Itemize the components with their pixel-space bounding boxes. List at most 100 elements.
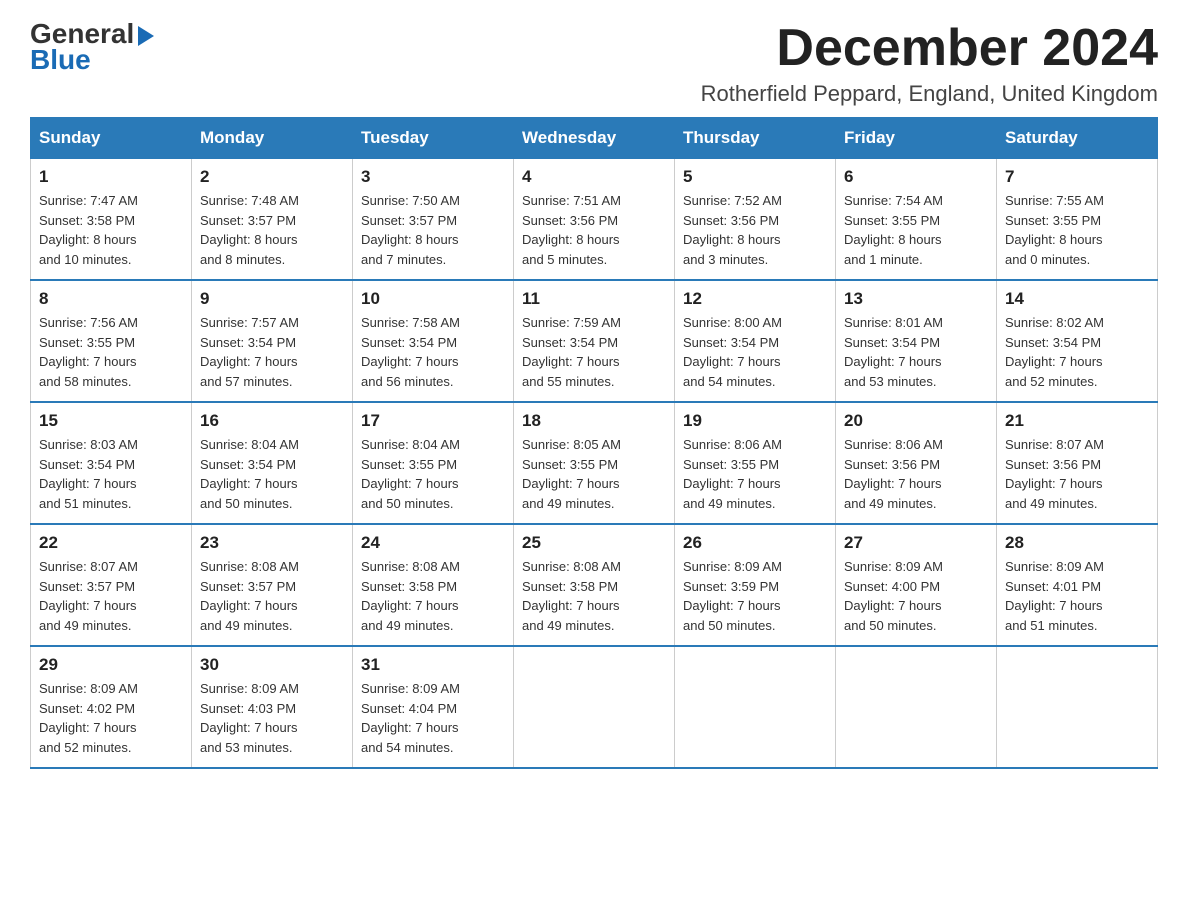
day-number: 19 [683, 411, 827, 431]
day-info: Sunrise: 8:09 AMSunset: 4:04 PMDaylight:… [361, 679, 505, 757]
logo-blue-label: Blue [30, 46, 91, 74]
calendar-week-row: 8 Sunrise: 7:56 AMSunset: 3:55 PMDayligh… [31, 280, 1158, 402]
calendar-week-row: 1 Sunrise: 7:47 AMSunset: 3:58 PMDayligh… [31, 159, 1158, 281]
day-info: Sunrise: 8:00 AMSunset: 3:54 PMDaylight:… [683, 313, 827, 391]
calendar-cell [836, 646, 997, 768]
day-info: Sunrise: 8:08 AMSunset: 3:58 PMDaylight:… [361, 557, 505, 635]
day-number: 2 [200, 167, 344, 187]
day-number: 31 [361, 655, 505, 675]
calendar-cell: 25 Sunrise: 8:08 AMSunset: 3:58 PMDaylig… [514, 524, 675, 646]
day-info: Sunrise: 7:56 AMSunset: 3:55 PMDaylight:… [39, 313, 183, 391]
day-info: Sunrise: 8:09 AMSunset: 3:59 PMDaylight:… [683, 557, 827, 635]
calendar-cell [997, 646, 1158, 768]
calendar-cell: 31 Sunrise: 8:09 AMSunset: 4:04 PMDaylig… [353, 646, 514, 768]
calendar-cell: 27 Sunrise: 8:09 AMSunset: 4:00 PMDaylig… [836, 524, 997, 646]
day-info: Sunrise: 8:04 AMSunset: 3:55 PMDaylight:… [361, 435, 505, 513]
calendar-cell: 11 Sunrise: 7:59 AMSunset: 3:54 PMDaylig… [514, 280, 675, 402]
day-number: 4 [522, 167, 666, 187]
calendar-cell: 21 Sunrise: 8:07 AMSunset: 3:56 PMDaylig… [997, 402, 1158, 524]
page-header: General Blue December 2024 Rotherfield P… [30, 20, 1158, 107]
day-number: 8 [39, 289, 183, 309]
day-number: 11 [522, 289, 666, 309]
day-info: Sunrise: 7:54 AMSunset: 3:55 PMDaylight:… [844, 191, 988, 269]
day-info: Sunrise: 8:09 AMSunset: 4:02 PMDaylight:… [39, 679, 183, 757]
day-info: Sunrise: 8:07 AMSunset: 3:56 PMDaylight:… [1005, 435, 1149, 513]
day-number: 21 [1005, 411, 1149, 431]
calendar-week-row: 22 Sunrise: 8:07 AMSunset: 3:57 PMDaylig… [31, 524, 1158, 646]
column-header-tuesday: Tuesday [353, 118, 514, 159]
logo-arrow-icon [138, 26, 154, 46]
column-header-monday: Monday [192, 118, 353, 159]
location-subtitle: Rotherfield Peppard, England, United Kin… [701, 81, 1158, 107]
column-header-thursday: Thursday [675, 118, 836, 159]
day-number: 6 [844, 167, 988, 187]
calendar-cell: 24 Sunrise: 8:08 AMSunset: 3:58 PMDaylig… [353, 524, 514, 646]
calendar-cell: 18 Sunrise: 8:05 AMSunset: 3:55 PMDaylig… [514, 402, 675, 524]
day-info: Sunrise: 7:48 AMSunset: 3:57 PMDaylight:… [200, 191, 344, 269]
calendar-cell: 14 Sunrise: 8:02 AMSunset: 3:54 PMDaylig… [997, 280, 1158, 402]
calendar-cell: 9 Sunrise: 7:57 AMSunset: 3:54 PMDayligh… [192, 280, 353, 402]
day-info: Sunrise: 8:04 AMSunset: 3:54 PMDaylight:… [200, 435, 344, 513]
day-info: Sunrise: 7:55 AMSunset: 3:55 PMDaylight:… [1005, 191, 1149, 269]
calendar-cell: 12 Sunrise: 8:00 AMSunset: 3:54 PMDaylig… [675, 280, 836, 402]
calendar-cell: 5 Sunrise: 7:52 AMSunset: 3:56 PMDayligh… [675, 159, 836, 281]
day-info: Sunrise: 8:09 AMSunset: 4:01 PMDaylight:… [1005, 557, 1149, 635]
calendar-cell: 1 Sunrise: 7:47 AMSunset: 3:58 PMDayligh… [31, 159, 192, 281]
day-number: 10 [361, 289, 505, 309]
day-number: 18 [522, 411, 666, 431]
day-info: Sunrise: 7:52 AMSunset: 3:56 PMDaylight:… [683, 191, 827, 269]
calendar-header-row: SundayMondayTuesdayWednesdayThursdayFrid… [31, 118, 1158, 159]
day-number: 22 [39, 533, 183, 553]
day-info: Sunrise: 8:02 AMSunset: 3:54 PMDaylight:… [1005, 313, 1149, 391]
day-info: Sunrise: 8:06 AMSunset: 3:56 PMDaylight:… [844, 435, 988, 513]
column-header-friday: Friday [836, 118, 997, 159]
day-number: 13 [844, 289, 988, 309]
calendar-table: SundayMondayTuesdayWednesdayThursdayFrid… [30, 117, 1158, 769]
calendar-cell: 30 Sunrise: 8:09 AMSunset: 4:03 PMDaylig… [192, 646, 353, 768]
day-info: Sunrise: 7:59 AMSunset: 3:54 PMDaylight:… [522, 313, 666, 391]
calendar-cell: 6 Sunrise: 7:54 AMSunset: 3:55 PMDayligh… [836, 159, 997, 281]
day-info: Sunrise: 8:06 AMSunset: 3:55 PMDaylight:… [683, 435, 827, 513]
calendar-week-row: 15 Sunrise: 8:03 AMSunset: 3:54 PMDaylig… [31, 402, 1158, 524]
calendar-cell: 29 Sunrise: 8:09 AMSunset: 4:02 PMDaylig… [31, 646, 192, 768]
day-info: Sunrise: 8:03 AMSunset: 3:54 PMDaylight:… [39, 435, 183, 513]
calendar-cell: 15 Sunrise: 8:03 AMSunset: 3:54 PMDaylig… [31, 402, 192, 524]
day-info: Sunrise: 7:57 AMSunset: 3:54 PMDaylight:… [200, 313, 344, 391]
calendar-cell: 13 Sunrise: 8:01 AMSunset: 3:54 PMDaylig… [836, 280, 997, 402]
day-number: 29 [39, 655, 183, 675]
title-block: December 2024 Rotherfield Peppard, Engla… [701, 20, 1158, 107]
day-number: 16 [200, 411, 344, 431]
calendar-cell: 3 Sunrise: 7:50 AMSunset: 3:57 PMDayligh… [353, 159, 514, 281]
day-number: 24 [361, 533, 505, 553]
calendar-cell: 26 Sunrise: 8:09 AMSunset: 3:59 PMDaylig… [675, 524, 836, 646]
calendar-cell: 17 Sunrise: 8:04 AMSunset: 3:55 PMDaylig… [353, 402, 514, 524]
calendar-cell: 7 Sunrise: 7:55 AMSunset: 3:55 PMDayligh… [997, 159, 1158, 281]
calendar-cell: 8 Sunrise: 7:56 AMSunset: 3:55 PMDayligh… [31, 280, 192, 402]
day-number: 25 [522, 533, 666, 553]
day-info: Sunrise: 8:08 AMSunset: 3:57 PMDaylight:… [200, 557, 344, 635]
day-number: 28 [1005, 533, 1149, 553]
day-number: 27 [844, 533, 988, 553]
day-info: Sunrise: 8:09 AMSunset: 4:03 PMDaylight:… [200, 679, 344, 757]
calendar-cell [675, 646, 836, 768]
day-number: 5 [683, 167, 827, 187]
day-info: Sunrise: 8:07 AMSunset: 3:57 PMDaylight:… [39, 557, 183, 635]
calendar-cell: 2 Sunrise: 7:48 AMSunset: 3:57 PMDayligh… [192, 159, 353, 281]
calendar-cell: 20 Sunrise: 8:06 AMSunset: 3:56 PMDaylig… [836, 402, 997, 524]
day-info: Sunrise: 7:47 AMSunset: 3:58 PMDaylight:… [39, 191, 183, 269]
calendar-cell: 16 Sunrise: 8:04 AMSunset: 3:54 PMDaylig… [192, 402, 353, 524]
column-header-saturday: Saturday [997, 118, 1158, 159]
calendar-week-row: 29 Sunrise: 8:09 AMSunset: 4:02 PMDaylig… [31, 646, 1158, 768]
calendar-cell: 28 Sunrise: 8:09 AMSunset: 4:01 PMDaylig… [997, 524, 1158, 646]
day-info: Sunrise: 7:50 AMSunset: 3:57 PMDaylight:… [361, 191, 505, 269]
day-info: Sunrise: 7:58 AMSunset: 3:54 PMDaylight:… [361, 313, 505, 391]
day-number: 12 [683, 289, 827, 309]
calendar-cell: 10 Sunrise: 7:58 AMSunset: 3:54 PMDaylig… [353, 280, 514, 402]
day-number: 20 [844, 411, 988, 431]
calendar-cell [514, 646, 675, 768]
calendar-cell: 23 Sunrise: 8:08 AMSunset: 3:57 PMDaylig… [192, 524, 353, 646]
calendar-cell: 19 Sunrise: 8:06 AMSunset: 3:55 PMDaylig… [675, 402, 836, 524]
calendar-cell: 22 Sunrise: 8:07 AMSunset: 3:57 PMDaylig… [31, 524, 192, 646]
day-info: Sunrise: 8:08 AMSunset: 3:58 PMDaylight:… [522, 557, 666, 635]
logo: General Blue [30, 20, 154, 74]
